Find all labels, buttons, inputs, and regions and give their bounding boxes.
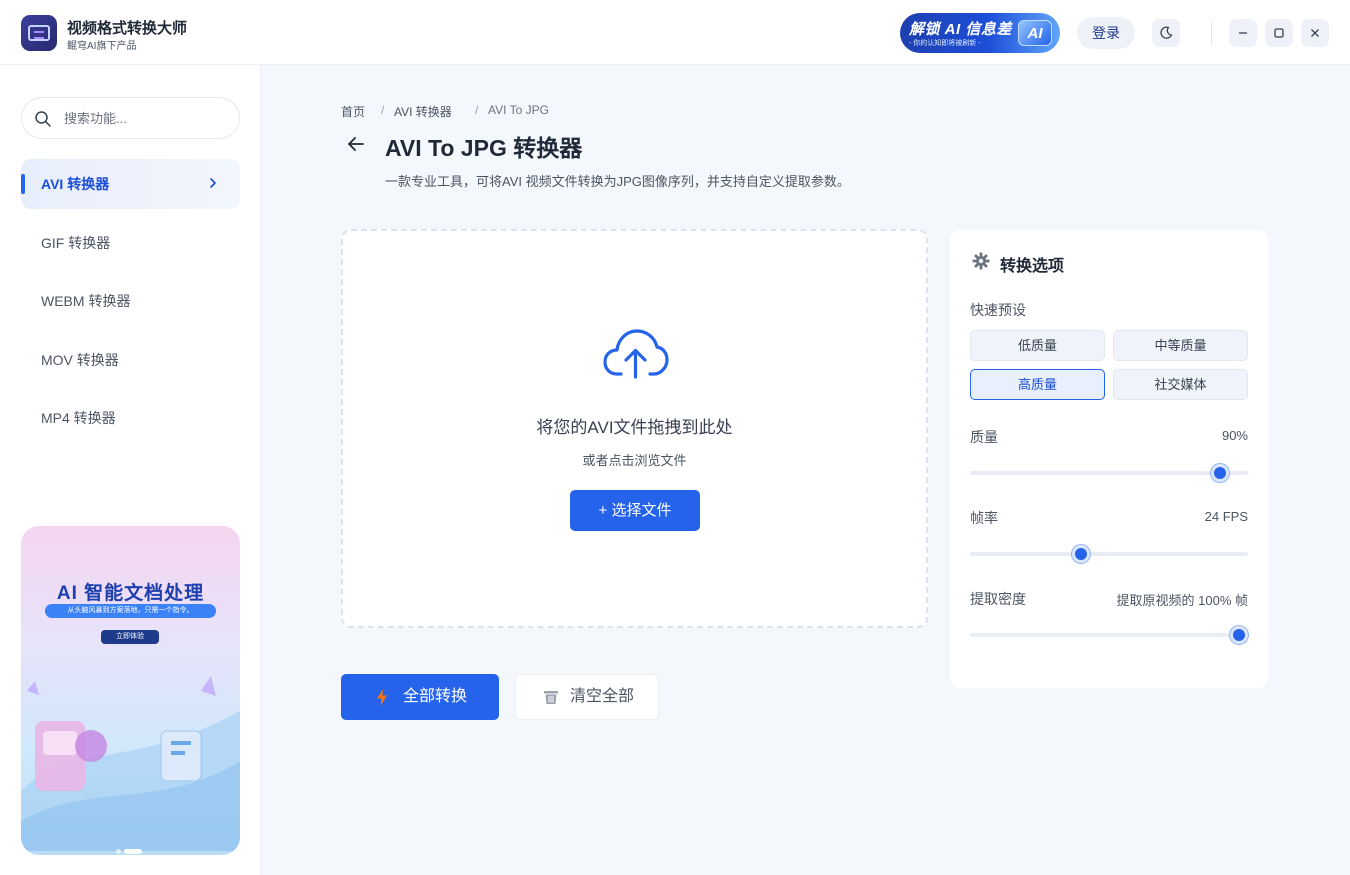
slider-track: [970, 471, 1248, 475]
app-subtitle: 鲲穹AI旗下产品: [67, 41, 137, 52]
header-divider: [1211, 21, 1212, 45]
preset-high-quality[interactable]: 高质量: [970, 369, 1105, 400]
ad-banner-subtitle: - 你的认知即将被刷新 -: [909, 40, 981, 47]
chevron-right-icon: [210, 178, 216, 188]
convert-all-button[interactable]: 全部转换: [341, 674, 499, 720]
minimize-button[interactable]: [1229, 19, 1257, 47]
framerate-label: 帧率: [970, 510, 998, 526]
back-button[interactable]: [345, 133, 369, 155]
sidebar-item-label: WEBM 转换器: [41, 293, 131, 309]
sidebar-item-label: AVI 转换器: [41, 176, 110, 192]
breadcrumb-home[interactable]: 首页: [341, 103, 365, 120]
file-dropzone[interactable]: 将您的AVI文件拖拽到此处 或者点击浏览文件 + 选择文件: [341, 229, 928, 628]
quality-label: 质量: [970, 429, 998, 445]
dark-mode-toggle[interactable]: [1152, 19, 1180, 47]
sidebar-item-label: MP4 转换器: [41, 410, 116, 426]
page-description: 一款专业工具，可将AVI 视频文件转换为JPG图像序列，并支持自定义提取参数。: [385, 174, 850, 189]
select-file-button[interactable]: + 选择文件: [570, 490, 700, 531]
sidebar-item-label: MOV 转换器: [41, 352, 119, 368]
breadcrumb-separator: /: [381, 103, 385, 117]
minimize-icon: [1239, 32, 1247, 34]
framerate-value: 24 FPS: [1204, 509, 1248, 524]
slider-track: [970, 633, 1248, 637]
clear-all-label: 清空全部: [570, 688, 635, 705]
slider-handle[interactable]: [1072, 545, 1091, 563]
login-button[interactable]: 登录: [1077, 17, 1135, 49]
slider-handle[interactable]: [1230, 626, 1248, 644]
promo-subtitle: 从头脑风暴到方案落地，只需一个指令。: [45, 604, 216, 618]
promo-card[interactable]: AI 智能文档处理 从头脑风暴到方案落地，只需一个指令。 立即体验: [21, 526, 240, 855]
app-logo: [21, 15, 57, 51]
slider-track: [970, 552, 1248, 556]
sidebar-item-label: GIF 转换器: [41, 235, 111, 251]
density-slider[interactable]: [970, 626, 1248, 644]
framerate-slider[interactable]: [970, 545, 1248, 563]
close-icon: [1311, 29, 1319, 37]
search-icon: [35, 111, 51, 127]
breadcrumb-current: AVI To JPG: [488, 103, 549, 117]
presets-label: 快速预设: [970, 302, 1026, 318]
maximize-icon: [1274, 28, 1284, 38]
density-value: 提取原视频的 100% 帧: [1116, 593, 1248, 608]
app-title: 视频格式转换大师: [67, 20, 188, 37]
sidebar-item-webm[interactable]: WEBM 转换器: [21, 276, 240, 326]
sidebar-item-gif[interactable]: GIF 转换器: [21, 218, 240, 268]
promo-button[interactable]: 立即体验: [101, 630, 159, 644]
maximize-button[interactable]: [1265, 19, 1293, 47]
close-button[interactable]: [1301, 19, 1329, 47]
carousel-dots[interactable]: [116, 841, 145, 855]
carousel-dot[interactable]: [116, 849, 121, 854]
preset-medium-quality[interactable]: 中等质量: [1113, 330, 1248, 361]
slider-handle[interactable]: [1211, 464, 1230, 482]
arrow-left-icon: [348, 137, 364, 151]
ad-banner-title: 解锁 AI 信息差: [909, 21, 1012, 38]
dropzone-subtitle[interactable]: 或者点击浏览文件: [343, 450, 926, 469]
sidebar-item-mov[interactable]: MOV 转换器: [21, 335, 240, 385]
preset-social-media[interactable]: 社交媒体: [1113, 369, 1248, 400]
sidebar-item-mp4[interactable]: MP4 转换器: [21, 393, 240, 443]
breadcrumb-separator: /: [475, 103, 479, 117]
sidebar: AVI 转换器 GIF 转换器 WEBM 转换器 MOV 转换器 MP4 转换器…: [0, 65, 261, 875]
ad-ai-badge: AI: [1018, 20, 1052, 46]
promo-title: AI 智能文档处理: [56, 583, 205, 604]
quality-slider[interactable]: [970, 464, 1248, 482]
carousel-dot-active[interactable]: [124, 849, 142, 854]
dropzone-title: 将您的AVI文件拖拽到此处: [536, 418, 733, 437]
quality-value: 90%: [1221, 428, 1248, 443]
conversion-options-panel: 转换选项 快速预设 低质量 中等质量 高质量 社交媒体 质量 90% 帧率 24…: [950, 230, 1268, 688]
preset-low-quality[interactable]: 低质量: [970, 330, 1105, 361]
convert-all-label: 全部转换: [403, 688, 468, 705]
lightning-icon: [377, 689, 387, 706]
breadcrumb-avi-converter[interactable]: AVI 转换器: [394, 103, 452, 120]
page-title: AVI To JPG 转换器: [385, 135, 583, 161]
cloud-upload-icon: [603, 329, 669, 379]
trash-icon: [544, 691, 558, 704]
moon-icon: [1160, 26, 1173, 39]
search-box[interactable]: [21, 97, 240, 139]
density-label: 提取密度: [970, 591, 1026, 607]
gear-icon: [972, 252, 990, 270]
options-title: 转换选项: [1000, 258, 1065, 275]
promo-illustration: [21, 676, 240, 851]
title-bar: 视频格式转换大师 鲲穹AI旗下产品 解锁 AI 信息差 - 你的认知即将被刷新 …: [0, 0, 1350, 65]
search-input[interactable]: [64, 107, 229, 129]
sidebar-item-avi[interactable]: AVI 转换器: [21, 159, 240, 209]
ai-ad-banner[interactable]: 解锁 AI 信息差 - 你的认知即将被刷新 - AI: [900, 13, 1060, 53]
clear-all-button[interactable]: 清空全部: [515, 674, 659, 720]
